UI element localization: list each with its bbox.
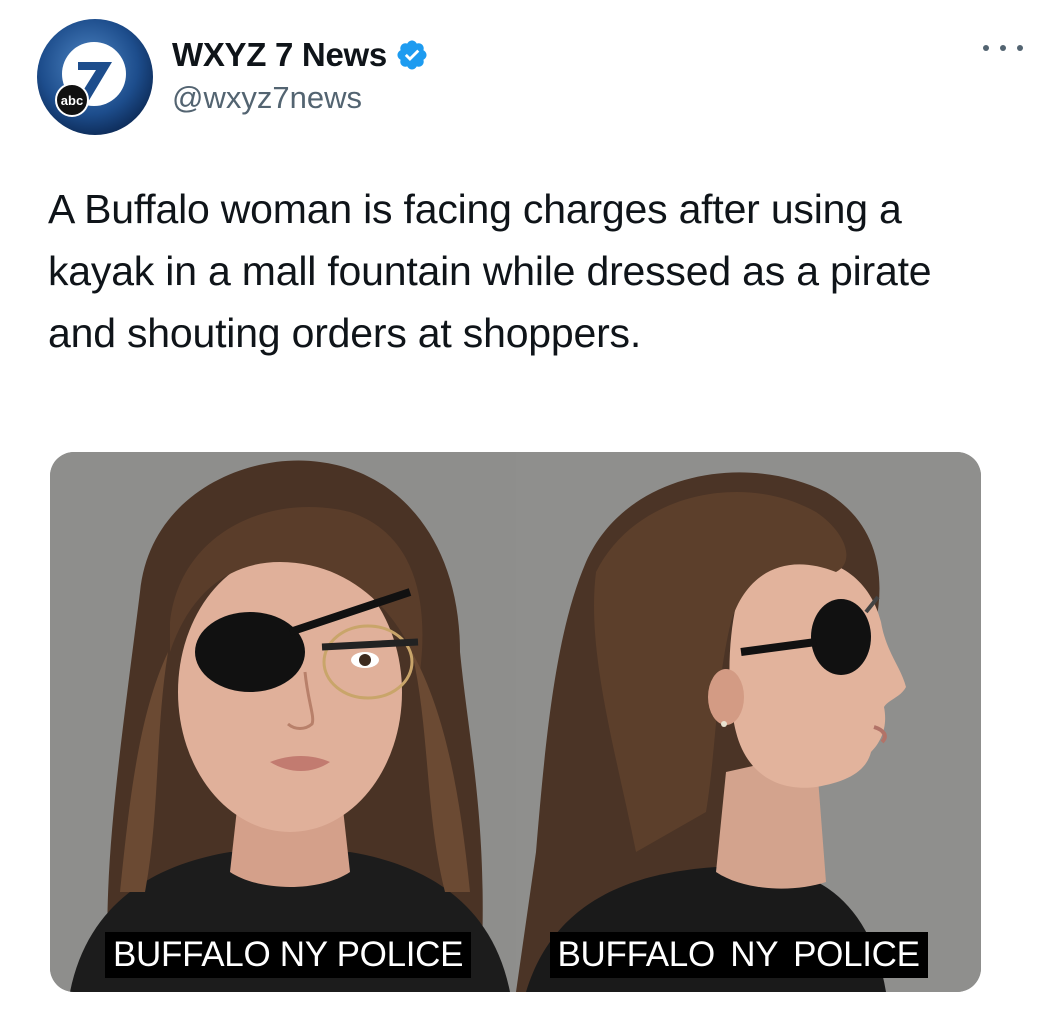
wxyz-logo-icon: abc: [37, 19, 153, 135]
avatar-badge: abc: [61, 93, 83, 108]
more-horizontal-icon: [1000, 45, 1006, 51]
avatar[interactable]: abc: [36, 18, 154, 136]
author-block: WXYZ 7 News @wxyz7news: [172, 30, 429, 116]
mugshot-front-caption: BUFFALO NY POLICE: [105, 932, 472, 978]
more-options-button[interactable]: [983, 36, 1023, 60]
mugshot-front[interactable]: BUFFALO NY POLICE: [50, 452, 516, 992]
mugshot-profile[interactable]: BUFFALO NY POLICE: [515, 452, 981, 992]
verified-badge-icon: [397, 40, 427, 70]
mugshot-profile-caption: BUFFALO NY POLICE: [549, 932, 928, 978]
more-horizontal-icon: [983, 45, 989, 51]
tweet-text: A Buffalo woman is facing charges after …: [48, 186, 932, 356]
author-handle[interactable]: @wxyz7news: [172, 80, 429, 116]
more-horizontal-icon: [1017, 45, 1023, 51]
display-name[interactable]: WXYZ 7 News: [172, 36, 387, 74]
tweet-media[interactable]: BUFFALO NY POLICE BUFFALO NY POLICE: [50, 452, 981, 992]
mugshot-front-image: [50, 452, 516, 992]
mugshot-profile-image: [515, 452, 981, 992]
tweet: abc WXYZ 7 News @wxyz7news A Buffalo wom…: [0, 0, 1061, 1014]
name-row: WXYZ 7 News: [172, 30, 429, 80]
